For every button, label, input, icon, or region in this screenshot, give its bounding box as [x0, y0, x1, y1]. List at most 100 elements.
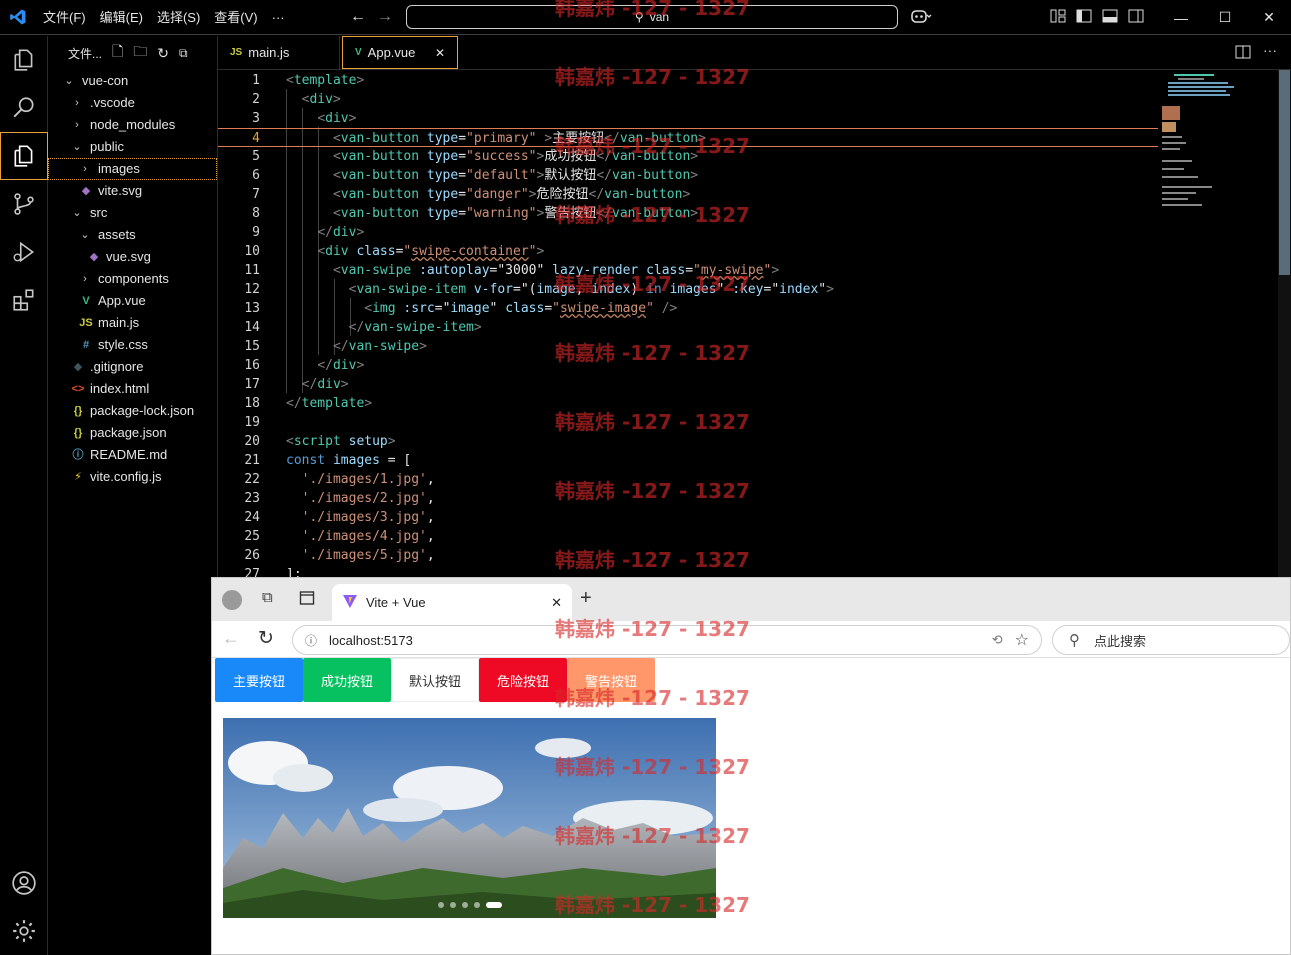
swipe-indicator-dot[interactable]	[485, 902, 502, 908]
code-line[interactable]: 10 <div class="swipe-container">	[218, 242, 1158, 261]
browser-reload-icon[interactable]: ↻	[258, 627, 274, 650]
code-line[interactable]: 12 <van-swipe-item v-for="(image, index)…	[218, 280, 1158, 299]
site-info-icon[interactable]: ⓘ	[305, 632, 317, 649]
refresh-icon[interactable]: ↻	[157, 45, 169, 62]
close-window-icon[interactable]: ✕	[1247, 9, 1291, 26]
code-line[interactable]: 3 <div>	[218, 109, 1158, 128]
toggle-primary-sidebar-icon[interactable]	[1076, 9, 1092, 26]
code-line[interactable]: 18 </template>	[218, 394, 1158, 413]
browser-tab-vite[interactable]: Vite + Vue ✕	[332, 584, 572, 621]
settings-gear-icon[interactable]	[0, 907, 48, 955]
tree-file-item[interactable]: ◆ .gitignore	[48, 356, 217, 378]
code-line[interactable]: 9 </div>	[218, 223, 1158, 242]
chevron-down-icon[interactable]: ⌄	[78, 224, 92, 246]
swipe-indicator-dot[interactable]	[461, 902, 468, 908]
tab-actions-icon[interactable]	[299, 590, 315, 611]
extensions-icon[interactable]	[0, 276, 48, 324]
tree-folder-item[interactable]: ⌄ src	[48, 202, 217, 224]
code-line[interactable]: 20 <script setup>	[218, 432, 1158, 451]
code-line[interactable]: 27];	[218, 565, 1158, 577]
close-tab-icon[interactable]: ✕	[435, 46, 445, 60]
code-line[interactable]: 7 <van-button type="danger">危险按钮</van-bu…	[218, 185, 1158, 204]
tree-file-item[interactable]: ◆ vite.svg	[48, 180, 217, 202]
explorer-icon[interactable]	[0, 36, 48, 84]
swipe-indicator-dot[interactable]	[473, 902, 480, 908]
menu-item[interactable]: 编辑(E)	[93, 0, 150, 35]
tree-file-item[interactable]: <> index.html	[48, 378, 217, 400]
code-line[interactable]: 6 <van-button type="default">默认按钮</van-b…	[218, 166, 1158, 185]
search-icon[interactable]	[0, 84, 48, 132]
menu-item[interactable]: 文件(F)	[36, 0, 93, 35]
code-line[interactable]: 26 './images/5.jpg',	[218, 546, 1158, 565]
translate-icon[interactable]: ⟲	[992, 632, 1003, 648]
code-line[interactable]: 17 </div>	[218, 375, 1158, 394]
van-button[interactable]: 默认按钮	[391, 658, 479, 702]
code-line[interactable]: 24 './images/3.jpg',	[218, 508, 1158, 527]
minimize-icon[interactable]: —	[1159, 10, 1203, 26]
van-button[interactable]: 主要按钮	[215, 658, 303, 702]
tab-main-js[interactable]: JS main.js	[218, 36, 340, 69]
new-file-icon[interactable]: 🗋	[112, 41, 123, 65]
more-actions-icon[interactable]: ···	[1263, 42, 1277, 58]
swipe-indicator-dot[interactable]	[449, 902, 456, 908]
customize-layout-icon[interactable]	[1050, 9, 1066, 26]
van-button[interactable]: 成功按钮	[303, 658, 391, 702]
code-line[interactable]: 14 </van-swipe-item>	[218, 318, 1158, 337]
tree-file-item[interactable]: ⚡ vite.config.js	[48, 466, 217, 488]
menu-item[interactable]: 查看(V)	[207, 0, 264, 35]
source-control-icon[interactable]	[0, 180, 48, 228]
back-arrow-icon[interactable]: ←	[350, 8, 366, 26]
code-line[interactable]: 11 <van-swipe :autoplay = "3000" lazy-rend…	[218, 261, 1158, 280]
profile-avatar[interactable]	[222, 590, 242, 610]
maximize-icon[interactable]: ☐	[1203, 9, 1247, 26]
van-button[interactable]: 危险按钮	[479, 658, 567, 702]
chevron-down-icon[interactable]: ⌄	[70, 202, 84, 224]
tree-folder-item[interactable]: ⌄ public	[48, 136, 217, 158]
minimap[interactable]	[1158, 70, 1278, 577]
tree-folder-item[interactable]: › .vscode	[48, 92, 217, 114]
code-line[interactable]: 15 </van-swipe>	[218, 337, 1158, 356]
code-line[interactable]: 4 <van-button type="primary" >主要按钮</van-…	[218, 128, 1158, 147]
copilot-icon[interactable]	[910, 8, 932, 27]
command-center-search[interactable]: ⚲ van	[406, 5, 898, 29]
browser-search-box[interactable]: ⚲ 点此搜索	[1052, 625, 1290, 655]
code-line[interactable]: 16 </div>	[218, 356, 1158, 375]
tree-file-item[interactable]: {} package.json	[48, 422, 217, 444]
account-icon[interactable]	[0, 859, 48, 907]
tree-folder-item[interactable]: › images	[48, 158, 217, 180]
tree-file-item[interactable]: {} package-lock.json	[48, 400, 217, 422]
code-line[interactable]: 8 <van-button type="warning">警告按钮</van-b…	[218, 204, 1158, 223]
tab-app-vue[interactable]: V App.vue ✕	[342, 36, 458, 69]
address-bar[interactable]: ⓘ localhost:5173 ⟲ ☆	[292, 625, 1042, 655]
code-line[interactable]: 1 <template>	[218, 71, 1158, 90]
tree-folder-item[interactable]: › components	[48, 268, 217, 290]
code-line[interactable]: 21 const images = [	[218, 451, 1158, 470]
code-line[interactable]: 23 './images/2.jpg',	[218, 489, 1158, 508]
run-debug-icon[interactable]	[0, 228, 48, 276]
tree-file-item[interactable]: ⓘ README.md	[48, 444, 217, 466]
code-line[interactable]: 25 './images/4.jpg',	[218, 527, 1158, 546]
chevron-right-icon[interactable]: ›	[78, 158, 92, 180]
split-editor-icon[interactable]	[1235, 45, 1251, 62]
close-tab-icon[interactable]: ✕	[551, 595, 562, 611]
tree-file-item[interactable]: V App.vue	[48, 290, 217, 312]
menu-item[interactable]: 选择(S)	[150, 0, 207, 35]
code-line[interactable]: 13 <img :src="image" class="swipe-image"…	[218, 299, 1158, 318]
tree-file-item[interactable]: JS main.js	[48, 312, 217, 334]
chevron-down-icon[interactable]: ⌄	[70, 136, 84, 158]
explorer-files-icon[interactable]	[0, 132, 48, 180]
image-swipe-carousel[interactable]	[223, 718, 716, 918]
tree-file-item[interactable]: ◆ vue.svg	[48, 246, 217, 268]
toggle-secondary-sidebar-icon[interactable]	[1128, 9, 1144, 26]
chevron-right-icon[interactable]: ›	[78, 268, 92, 290]
chevron-right-icon[interactable]: ›	[70, 92, 84, 114]
new-folder-icon[interactable]: 🗀	[133, 41, 147, 65]
van-button[interactable]: 警告按钮	[567, 658, 655, 702]
swipe-indicator-dot[interactable]	[437, 902, 444, 908]
forward-arrow-icon[interactable]: →	[377, 8, 393, 26]
new-tab-icon[interactable]: +	[580, 587, 592, 610]
collapse-all-icon[interactable]: ⧉	[179, 46, 188, 61]
toggle-panel-icon[interactable]	[1102, 9, 1118, 26]
menu-item[interactable]: ···	[265, 0, 292, 35]
chevron-down-icon[interactable]: ⌄	[62, 70, 76, 92]
